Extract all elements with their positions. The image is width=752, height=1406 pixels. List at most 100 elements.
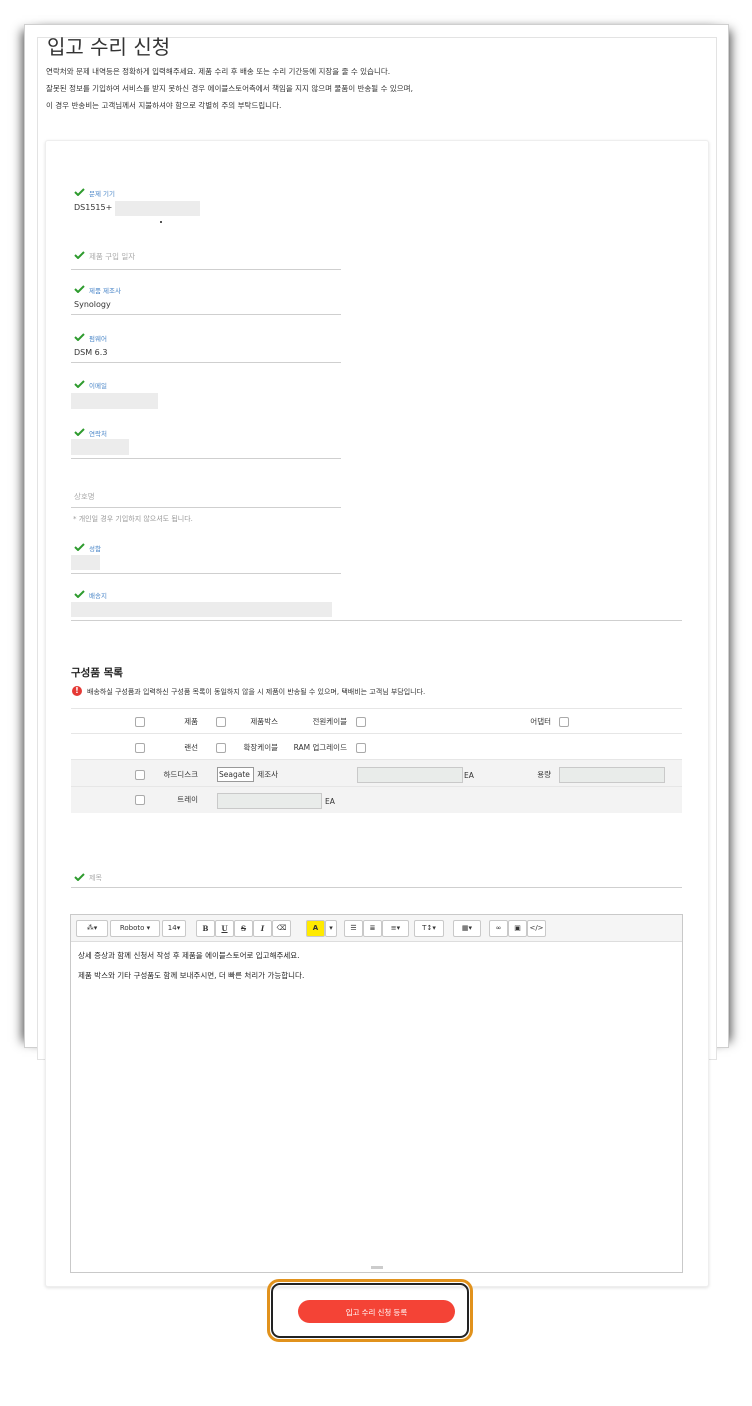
hdd-maker-input[interactable]: Seagate [217, 767, 254, 782]
image-icon[interactable]: ▣ [508, 920, 527, 937]
box-label: 제품박스 [250, 717, 278, 726]
manufacturer-value: Synology [74, 300, 111, 309]
resize-handle[interactable] [371, 1266, 383, 1269]
underline [71, 507, 341, 508]
address-label: 배송지 [89, 592, 107, 600]
tray-count-unit: EA [325, 797, 335, 806]
hdd-label: 하드디스크 [163, 770, 199, 779]
adapter-checkbox[interactable] [559, 717, 569, 727]
company-hint: * 개인일 경우 기입하지 않으셔도 됩니다. [73, 515, 193, 523]
firmware-label: 펌웨어 [89, 335, 107, 343]
hdd-checkbox[interactable] [135, 770, 145, 780]
submit-button[interactable]: 입고 수리 신청 등록 [298, 1300, 455, 1323]
ram-checkbox[interactable] [356, 743, 366, 753]
editor-line-1: 상세 증상과 함께 신청서 작성 후 제품을 에이블스토어로 입고해주세요. [78, 951, 300, 960]
ext-cable-label: 확장케이블 [243, 743, 279, 752]
underline [71, 269, 341, 270]
magic-wand-icon[interactable]: ⁂▾ [76, 920, 108, 937]
chevron-down-icon[interactable]: ▾ [325, 920, 337, 937]
name-label: 성함 [89, 545, 101, 553]
redacted-block [71, 393, 158, 409]
subject-field[interactable]: 제목 [71, 870, 682, 890]
check-icon [74, 285, 85, 293]
components-heading: 구성품 목록 [71, 667, 123, 679]
product-label: 제품 [184, 717, 198, 726]
description-line-3: 이 경우 반송비는 고객님께서 지불하셔야 함으로 각별히 주의 부탁드립니다. [46, 101, 282, 110]
link-icon[interactable]: ∞ [489, 920, 508, 937]
power-cable-checkbox[interactable] [356, 717, 366, 727]
check-icon [74, 251, 85, 259]
subject-label: 제목 [89, 874, 102, 882]
bulleted-list-icon[interactable]: ☰ [344, 920, 363, 937]
redacted-block [71, 555, 100, 570]
manufacturer-field[interactable]: 제품 제조사 Synology [71, 282, 341, 316]
redacted-block [115, 201, 200, 216]
check-icon [74, 333, 85, 341]
underline [71, 362, 341, 363]
hdd-capacity-label: 용량 [537, 770, 551, 779]
adapter-label: 어댑터 [530, 717, 551, 726]
lan-checkbox[interactable] [135, 743, 145, 753]
power-cable-label: 전원케이블 [312, 717, 348, 726]
device-label: 문제 기기 [89, 190, 115, 198]
hdd-count-unit: EA [464, 771, 474, 780]
company-label: 상호명 [74, 492, 95, 501]
numbered-list-icon[interactable]: ≣ [363, 920, 382, 937]
components-warning: 배송하실 구성품과 입력하신 구성품 목록이 동일하지 않을 시 제품이 반송될… [87, 688, 426, 696]
device-field[interactable]: 문제 기기 DS1515+ [71, 185, 341, 225]
code-view-icon[interactable]: </> [527, 920, 546, 937]
ext-cable-checkbox[interactable] [216, 743, 226, 753]
bold-button[interactable]: B [196, 920, 215, 937]
firmware-value: DSM 6.3 [74, 348, 108, 357]
email-field[interactable]: 이메일 [71, 377, 341, 413]
tray-label: 트레이 [177, 795, 198, 804]
purchase-date-label: 제품 구입 일자 [89, 252, 136, 261]
hdd-count-input[interactable] [357, 767, 463, 783]
underline [71, 620, 682, 621]
align-icon[interactable]: ≡▾ [382, 920, 409, 937]
line-height-icon[interactable]: T↕▾ [414, 920, 444, 937]
underline [71, 573, 341, 574]
lan-label: 랜선 [184, 743, 198, 752]
tray-count-input[interactable] [217, 793, 322, 809]
font-family-select[interactable]: Roboto ▾ [110, 920, 160, 937]
italic-button[interactable]: I [253, 920, 272, 937]
check-icon [74, 590, 85, 598]
address-field[interactable]: 배송지 [71, 587, 682, 621]
firmware-field[interactable]: 펌웨어 DSM 6.3 [71, 330, 341, 364]
description-line-2: 잘못된 정보를 기입하여 서비스를 받지 못하신 경우 에이블스토어측에서 책임… [46, 84, 413, 93]
phone-field[interactable]: 연락처 [71, 425, 341, 461]
hdd-capacity-input[interactable] [559, 767, 665, 783]
name-field[interactable]: 성함 [71, 540, 341, 576]
check-icon [74, 380, 85, 388]
check-icon [74, 428, 85, 436]
check-icon [74, 188, 85, 196]
components-row-3: 하드디스크 제조사 개수 EA 용량 [71, 759, 682, 787]
underline-button[interactable]: U [215, 920, 234, 937]
underline [71, 887, 682, 888]
check-icon [74, 543, 85, 551]
page-title: 입고 수리 신청 [47, 35, 171, 59]
product-checkbox[interactable] [135, 717, 145, 727]
phone-label: 연락처 [89, 430, 107, 438]
components-row-4: 트레이 개수 EA [71, 786, 682, 813]
redacted-block [71, 602, 332, 617]
company-field[interactable]: 상호명 [71, 488, 341, 512]
tray-checkbox[interactable] [135, 795, 145, 805]
eraser-icon[interactable]: ⌫ [272, 920, 291, 937]
redacted-block [71, 439, 129, 455]
box-checkbox[interactable] [216, 717, 226, 727]
editor-toolbar: ⁂▾ Roboto ▾ 14▾ B U S I ⌫ A ▾ ☰ ≣ ≡▾ T↕▾… [71, 915, 682, 942]
purchase-date-field[interactable]: 제품 구입 일자 [71, 248, 341, 272]
check-icon [74, 873, 85, 881]
text-color-button[interactable]: A [306, 920, 325, 937]
font-size-select[interactable]: 14▾ [162, 920, 186, 937]
rich-text-editor[interactable]: ⁂▾ Roboto ▾ 14▾ B U S I ⌫ A ▾ ☰ ≣ ≡▾ T↕▾… [70, 914, 683, 1273]
underline [71, 314, 341, 315]
table-icon[interactable]: ▦▾ [453, 920, 481, 937]
manufacturer-label: 제품 제조사 [89, 287, 121, 295]
device-value: DS1515+ [74, 203, 113, 212]
description-line-1: 연락처와 문제 내역등은 정확하게 입력해주세요. 제품 수리 후 배송 또는 … [46, 67, 391, 76]
editor-line-2: 제품 박스와 기타 구성품도 함께 보내주시면, 더 빠른 처리가 가능합니다. [78, 971, 305, 980]
strikethrough-button[interactable]: S [234, 920, 253, 937]
